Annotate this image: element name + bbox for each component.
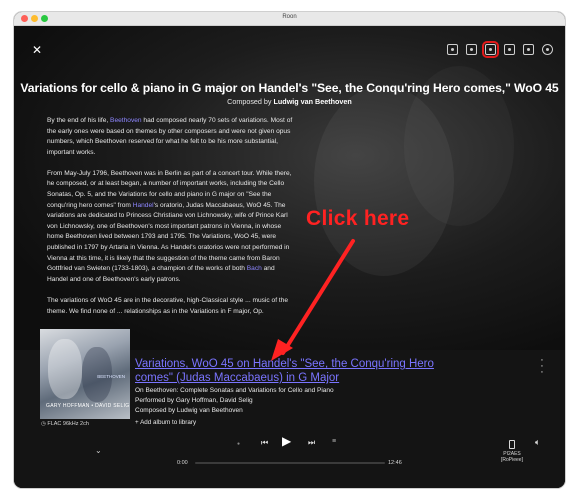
chevron-down-icon[interactable]: ⌄ <box>95 446 102 455</box>
window-title: Roon <box>282 14 297 20</box>
audio-format: FLAC 96kHz 2ch <box>47 421 89 427</box>
album-art-artists: GARY HOFFMAN • DAVID SELIG <box>46 403 130 409</box>
headphones-icon[interactable] <box>482 41 499 58</box>
more-options-icon[interactable]: · · · <box>540 355 544 378</box>
volume-icon[interactable]: 🔈︎ <box>535 437 540 448</box>
bio-text: By the end of his life, <box>47 117 111 124</box>
bio-text: 's oratorio, Judas Maccabaeus, WoO 45. T… <box>47 201 290 273</box>
previous-track-icon[interactable]: ⏮ <box>261 438 268 448</box>
annotation-label: Click here <box>306 207 410 230</box>
signal-path-badge[interactable]: ◷ FLAC 96kHz 2ch <box>41 421 89 427</box>
top-toolbar <box>447 41 553 58</box>
handel-link[interactable]: Handel <box>133 202 154 209</box>
album-art[interactable]: BEETHOVEN GARY HOFFMAN • DAVID SELIG <box>40 329 130 419</box>
plus-icon: + <box>135 419 139 426</box>
zone-subtitle: [RoPieee] <box>501 457 523 463</box>
zone-selector[interactable]: PI2AES [RoPieee] <box>500 440 524 463</box>
user-icon[interactable] <box>447 44 458 55</box>
settings-icon[interactable] <box>542 44 553 55</box>
album-icon[interactable] <box>466 44 477 55</box>
bio-paragraph-1: By the end of his life, Beethoven had co… <box>47 116 297 158</box>
composition-composer: Composed by Ludwig van Beethoven <box>14 97 565 106</box>
next-track-icon[interactable]: ⏭ <box>308 438 315 448</box>
time-elapsed: 0:00 <box>177 460 188 466</box>
album-art-figure <box>48 339 82 399</box>
composer-link[interactable]: Ludwig van Beethoven <box>274 97 352 106</box>
beethoven-link[interactable]: Beethoven <box>110 117 142 124</box>
close-icon[interactable]: ✕ <box>32 44 42 56</box>
composition-title: Variations for cello & piano in G major … <box>20 81 559 95</box>
composed-by-label: Composed by <box>227 97 272 106</box>
queue-icon[interactable]: ≡ <box>332 438 336 445</box>
album-line[interactable]: On Beethoven: Complete Sonatas and Varia… <box>135 387 334 394</box>
add-to-library-button[interactable]: + Add album to library <box>135 419 196 426</box>
bach-link[interactable]: Bach <box>247 265 262 272</box>
title-bar: Roon <box>14 12 565 26</box>
speaker-icon <box>509 440 515 449</box>
seek-bar[interactable] <box>195 462 385 464</box>
radio-icon[interactable]: ● <box>237 441 240 447</box>
library-icon[interactable] <box>504 44 515 55</box>
add-to-library-label: Add album to library <box>140 419 197 426</box>
bookmark-icon[interactable] <box>523 44 534 55</box>
composition-description: By the end of his life, Beethoven had co… <box>47 116 297 328</box>
play-icon[interactable]: ▶ <box>282 434 291 448</box>
performers-line[interactable]: Performed by Gary Hoffman, David Selig <box>135 397 253 404</box>
annotation-arrow <box>271 239 355 361</box>
bio-paragraph-2: From May-July 1796, Beethoven was in Ber… <box>47 169 297 286</box>
time-total: 12:46 <box>388 460 402 466</box>
bio-paragraph-3: The variations of WoO 45 are in the deco… <box>47 296 289 315</box>
composer-line[interactable]: Composed by Ludwig van Beethoven <box>135 407 243 414</box>
album-art-title: BEETHOVEN <box>97 374 125 379</box>
